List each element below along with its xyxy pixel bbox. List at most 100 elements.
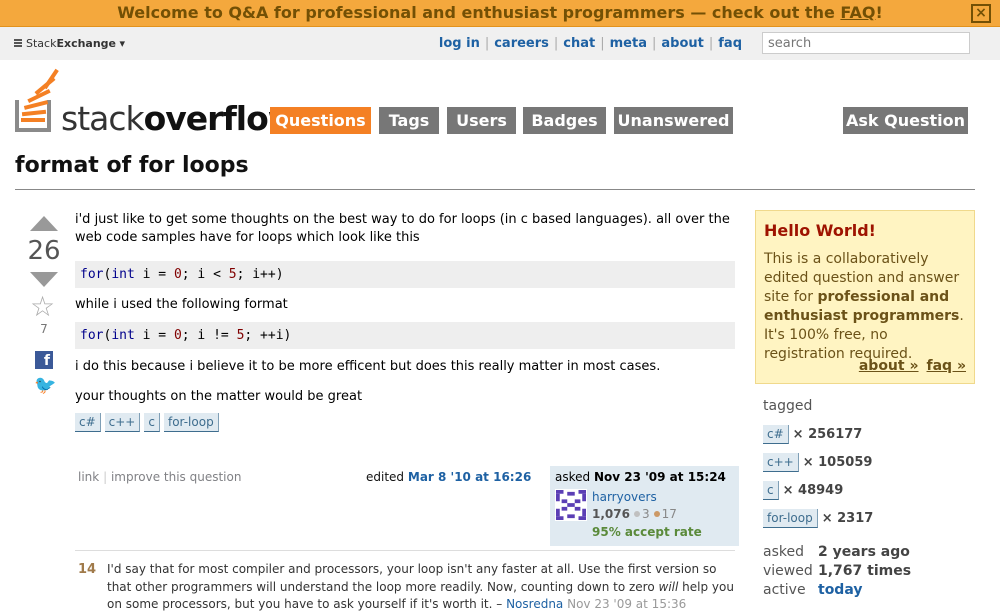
comment-score: 14 [78, 562, 97, 577]
logo-bar [21, 118, 45, 122]
stat-value: 1,767 times [818, 563, 912, 579]
separator: | [103, 470, 108, 484]
brand-suffix: Exchange [56, 37, 117, 50]
question-paragraph: i'd just like to get some thoughts on th… [75, 212, 730, 245]
sidebar-tag-for-loop[interactable]: for-loop [763, 509, 818, 528]
stat-active: active today [763, 582, 862, 598]
twitter-icon[interactable]: 🐦 [34, 375, 56, 396]
about-link[interactable]: about [661, 36, 703, 51]
edited-date[interactable]: Mar 8 '10 at 16:26 [408, 470, 531, 484]
owner-card: asked Nov 23 '09 at 15:24 harryovers 1,0… [550, 466, 739, 546]
nav-unanswered[interactable]: Unanswered [614, 107, 733, 134]
facebook-icon[interactable]: f [35, 351, 53, 369]
faq-link[interactable]: faq [718, 36, 742, 51]
nav-badges[interactable]: Badges [523, 107, 606, 134]
tagged-label: tagged [763, 398, 813, 414]
avatar[interactable] [555, 489, 587, 521]
meta-link[interactable]: meta [610, 36, 647, 51]
sidebar-tag-item: c × 48949 [763, 481, 843, 500]
question-title[interactable]: format of for loops [15, 153, 249, 178]
logo-word-light: stack [61, 99, 145, 138]
separator: | [708, 36, 714, 51]
nav-users[interactable]: Users [447, 107, 516, 134]
sidebar-tag-csharp[interactable]: c# [763, 425, 789, 444]
link-link[interactable]: link [78, 470, 99, 484]
question-paragraph: i do this because i believe it to be mor… [75, 359, 661, 374]
tag-c[interactable]: c [144, 413, 160, 432]
comment-author-link[interactable]: Nosredna [506, 597, 563, 611]
question-paragraph: while i used the following format [75, 297, 288, 312]
tag-count: × 256177 [792, 427, 863, 442]
nav-tags[interactable]: Tags [379, 107, 439, 134]
stat-label: viewed [763, 563, 813, 579]
tag-cpp[interactable]: c++ [104, 413, 141, 432]
notify-faq-link[interactable]: FAQ [840, 3, 875, 22]
stackoverflow-logo[interactable]: stackoverflow [15, 68, 298, 138]
separator: | [652, 36, 657, 51]
favorite-star-icon[interactable]: ☆ [30, 292, 55, 322]
separator: | [553, 36, 559, 51]
tag-count: × 2317 [821, 511, 874, 526]
stackexchange-icon [14, 39, 22, 47]
vote-up-icon[interactable] [30, 216, 58, 231]
stat-asked: asked 2 years ago [763, 544, 910, 560]
hello-links: about » faq » [851, 357, 966, 376]
accept-rate: 95% accept rate [592, 525, 702, 539]
notify-bar: Welcome to Q&A for professional and enth… [0, 0, 1000, 27]
notify-text: Welcome to Q&A for professional and enth… [117, 3, 841, 22]
tag-csharp[interactable]: c# [75, 413, 101, 432]
post-menu: link | improve this question [78, 470, 241, 484]
comment-emphasis: will [658, 579, 679, 594]
favorite-count: 7 [40, 322, 48, 336]
vote-down-icon[interactable] [30, 272, 58, 287]
code-block: for(int i = 0; i < 5; i++) [75, 261, 735, 288]
stat-label: asked [763, 544, 804, 560]
silver-badge-icon [633, 511, 640, 517]
hello-world-box: Hello World! This is a collaboratively e… [755, 210, 975, 384]
improve-question-link[interactable]: improve this question [111, 470, 242, 484]
brand-prefix: Stack [26, 37, 57, 50]
sidebar-tag-cpp[interactable]: c++ [763, 453, 799, 472]
sidebar-tag-c[interactable]: c [763, 481, 779, 500]
search-input[interactable] [762, 32, 970, 54]
sidebar-tag-item: for-loop × 2317 [763, 509, 873, 528]
vote-count: 26 [27, 236, 61, 266]
hello-faq-link[interactable]: faq » [927, 358, 966, 374]
question-paragraph: your thoughts on the matter would be gre… [75, 389, 363, 404]
reputation-score: 1,076 [592, 507, 630, 521]
asked-date: Nov 23 '09 at 15:24 [593, 470, 726, 484]
hello-title: Hello World! [764, 221, 876, 240]
comment-body: I'd say that for most compiler and proce… [107, 562, 717, 594]
stat-label: active [763, 582, 806, 598]
sidebar-tag-item: c++ × 105059 [763, 453, 872, 472]
code-block: for(int i = 0; i != 5; ++i) [75, 322, 735, 349]
tag-count: × 105059 [802, 455, 873, 470]
edited-label: edited [366, 470, 405, 484]
notify-end: ! [875, 3, 883, 22]
logo-wordmark: stackoverflow [61, 99, 298, 138]
stat-value[interactable]: today [818, 582, 862, 598]
separator: | [484, 36, 490, 51]
close-icon[interactable]: × [971, 4, 991, 23]
ask-question-button[interactable]: Ask Question [843, 107, 968, 134]
nav-questions[interactable]: Questions [270, 107, 371, 134]
edited-info: edited Mar 8 '10 at 16:26 [366, 470, 531, 484]
hello-about-link[interactable]: about » [859, 358, 919, 374]
silver-badge-count: 3 [641, 507, 650, 521]
separator: | [600, 36, 605, 51]
stackexchange-menu[interactable]: StackExchange ▾ [14, 37, 125, 50]
careers-link[interactable]: careers [494, 36, 549, 51]
comment-divider [75, 550, 735, 551]
chat-link[interactable]: chat [563, 36, 595, 51]
logo-bar [43, 68, 59, 90]
comment-date: Nov 23 '09 at 15:36 [567, 597, 687, 611]
title-divider [15, 189, 975, 190]
sidebar-tag-item: c# × 256177 [763, 425, 862, 444]
user-reputation: 1,076 3 17 [592, 507, 677, 521]
user-name-link[interactable]: harryovers [592, 490, 657, 504]
bronze-badge-icon [653, 511, 660, 517]
tag-for-loop[interactable]: for-loop [163, 413, 219, 432]
stat-value: 2 years ago [818, 544, 910, 560]
login-link[interactable]: log in [439, 36, 480, 51]
stat-viewed: viewed 1,767 times [763, 563, 911, 579]
